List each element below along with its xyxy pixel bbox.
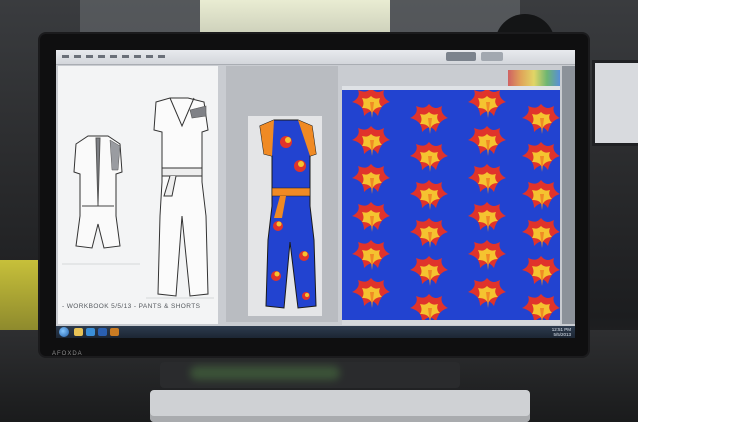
menu-item[interactable]: [74, 55, 81, 58]
menu-item[interactable]: [62, 55, 69, 58]
flower-motif: [408, 252, 450, 288]
menu-item[interactable]: [146, 55, 153, 58]
photo: AFOXDA - WORKBOOK 5/5/13 - PANTS & SHORT…: [0, 0, 638, 422]
menu-item[interactable]: [122, 55, 129, 58]
background-shelf: [0, 260, 40, 330]
menu-item[interactable]: [134, 55, 141, 58]
flower-motif: [466, 90, 508, 120]
start-orb-icon[interactable]: [59, 327, 69, 337]
repeat-pattern-canvas: [342, 90, 560, 320]
flower-motif: [350, 122, 392, 158]
flower-motif: [350, 198, 392, 234]
flower-motif: [408, 100, 450, 136]
workspace-switcher[interactable]: [446, 52, 476, 61]
flower-motif: [408, 176, 450, 212]
colorway-drawing: [248, 116, 322, 316]
illustrator-icon[interactable]: [110, 328, 119, 336]
flower-motif: [408, 214, 450, 250]
jumpsuit-flat: [153, 97, 209, 297]
menu-item[interactable]: [86, 55, 93, 58]
tools-panel[interactable]: [562, 66, 575, 324]
flower-motif: [520, 138, 560, 174]
system-clock[interactable]: 12:51 PM 5/5/2013: [552, 327, 571, 337]
flats-document: [58, 66, 218, 324]
flower-motif: [520, 100, 560, 136]
flower-motif: [350, 236, 392, 272]
flower-motif: [520, 252, 560, 288]
browser-icon[interactable]: [86, 328, 95, 336]
flower-motif: [520, 214, 560, 250]
screen: - WORKBOOK 5/5/13 - PANTS & SHORTS 12:51…: [56, 50, 575, 338]
flower-motif: [408, 138, 450, 174]
photoshop-icon[interactable]: [98, 328, 107, 336]
swatches-panel[interactable]: [508, 70, 560, 86]
colorway-document: [226, 66, 338, 322]
flower-motif: [466, 198, 508, 234]
stand-reflection: [190, 366, 340, 380]
flower-motif: [520, 176, 560, 212]
flower-motif: [466, 236, 508, 272]
keyboard: [150, 390, 530, 422]
flower-motif: [520, 290, 560, 320]
flower-motif: [350, 90, 392, 120]
menu-item[interactable]: [98, 55, 105, 58]
flower-motif: [408, 290, 450, 320]
flower-motif: [466, 274, 508, 310]
app-menubar: [56, 50, 575, 65]
clock-date: 5/5/2013: [553, 332, 571, 337]
menu-item[interactable]: [110, 55, 117, 58]
flower-motif: [350, 160, 392, 196]
pattern-doc-statusbar: [342, 320, 560, 325]
folder-icon[interactable]: [74, 328, 83, 336]
background-monitor: [592, 60, 638, 146]
search-box[interactable]: [481, 52, 503, 61]
workbook-label: - WORKBOOK 5/5/13 - PANTS & SHORTS: [62, 303, 201, 310]
menu-item[interactable]: [158, 55, 165, 58]
monitor-brand: AFOXDA: [52, 351, 83, 357]
romper-flat: [73, 135, 123, 249]
flower-motif: [350, 274, 392, 310]
flats-drawing: [62, 97, 214, 299]
taskbar: 12:51 PM 5/5/2013: [56, 326, 575, 338]
flower-motif: [466, 122, 508, 158]
flower-motif: [466, 160, 508, 196]
